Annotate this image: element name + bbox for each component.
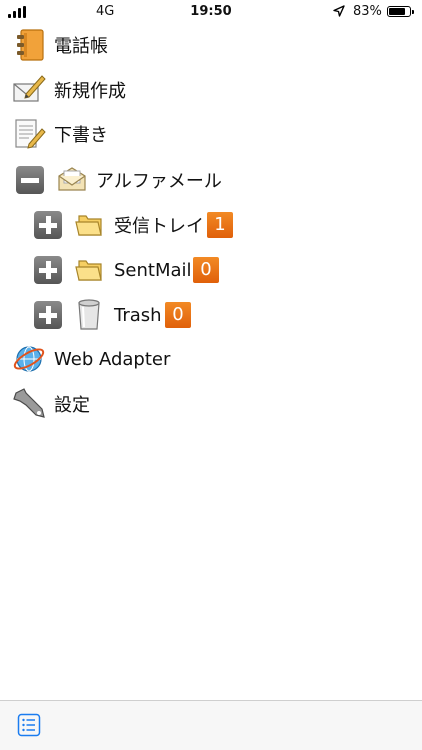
tree-item-phonebook[interactable]: 電話帳 — [0, 23, 422, 67]
web-adapter-label: Web Adapter — [54, 348, 171, 370]
compose-mail-icon — [13, 75, 46, 102]
battery-percent: 83% — [353, 4, 382, 19]
settings-label: 設定 — [54, 395, 90, 416]
folder-icon — [75, 215, 102, 236]
trash-label: Trash — [114, 304, 162, 326]
phonebook-icon — [17, 29, 44, 61]
expand-toggle-icon[interactable] — [34, 211, 62, 239]
account-mailbox-icon — [58, 167, 86, 191]
compose-label: 新規作成 — [54, 81, 126, 102]
globe-icon — [13, 346, 45, 372]
tree-item-inbox[interactable]: 受信トレイ 1 — [0, 203, 422, 247]
trash-can-icon — [78, 299, 100, 330]
tree-item-account[interactable]: アルファメール — [0, 158, 422, 202]
tree-item-web-adapter[interactable]: Web Adapter — [0, 337, 422, 381]
collapse-toggle-icon[interactable] — [16, 166, 44, 194]
bottom-toolbar — [0, 700, 422, 750]
tree-item-trash[interactable]: Trash 0 — [0, 293, 422, 337]
wrench-icon — [13, 388, 45, 418]
tree-item-sentmail[interactable]: SentMail 0 — [0, 248, 422, 292]
inbox-label: 受信トレイ — [114, 216, 204, 237]
drafts-label: 下書き — [54, 125, 108, 146]
battery-icon — [387, 6, 414, 17]
tree-item-settings[interactable]: 設定 — [0, 382, 422, 426]
expand-toggle-icon[interactable] — [34, 301, 62, 329]
list-view-icon[interactable] — [17, 713, 41, 737]
expand-toggle-icon[interactable] — [34, 256, 62, 284]
phonebook-label: 電話帳 — [54, 36, 108, 57]
drafts-icon — [15, 119, 46, 149]
sentmail-label: SentMail — [114, 259, 192, 281]
trash-count-badge: 0 — [165, 302, 191, 328]
folder-icon — [75, 260, 102, 281]
tree-item-compose[interactable]: 新規作成 — [0, 68, 422, 112]
account-label: アルファメール — [96, 171, 222, 192]
tree-item-drafts[interactable]: 下書き — [0, 112, 422, 156]
location-arrow-icon — [333, 5, 345, 17]
status-bar: 4G 19:50 83% — [0, 0, 422, 24]
inbox-unread-badge: 1 — [207, 212, 233, 238]
sentmail-count-badge: 0 — [193, 257, 219, 283]
